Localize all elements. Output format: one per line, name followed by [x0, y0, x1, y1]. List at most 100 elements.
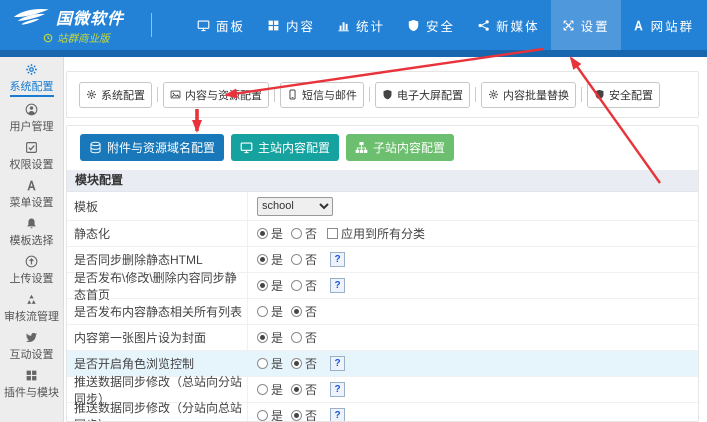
radio-option-label: 是 — [271, 355, 283, 372]
gear-icon — [86, 89, 97, 100]
row-label-cell: 静态化 — [67, 221, 247, 246]
sidebar-item-label: 用户管理 — [10, 118, 54, 134]
shield-icon — [382, 89, 393, 100]
radio-no[interactable] — [291, 332, 302, 343]
radio-option-label: 否 — [305, 355, 317, 372]
radio-yes[interactable] — [257, 358, 268, 369]
toolbar-button-label: 电子大屏配置 — [397, 87, 463, 103]
radio-yes[interactable] — [257, 332, 268, 343]
nav-item-settings[interactable]: 设置 — [551, 0, 621, 50]
recycle-icon — [25, 293, 38, 308]
radio-no[interactable] — [291, 410, 302, 421]
help-icon[interactable]: ? — [330, 408, 345, 422]
radio-yes[interactable] — [257, 306, 268, 317]
sidebar-item-permission-settings[interactable]: 权限设置 — [0, 137, 63, 175]
radio-no[interactable] — [291, 358, 302, 369]
sidebar-item-menu-settings[interactable]: 菜单设置 — [0, 175, 63, 213]
sidebar-item-system-config[interactable]: 系统配置 — [0, 61, 63, 99]
apply-all-categories-checkbox[interactable] — [327, 228, 338, 239]
user-icon — [25, 103, 38, 118]
gear-icon — [25, 63, 38, 78]
monitor-icon — [240, 141, 253, 154]
security-config-button[interactable]: 安全配置 — [587, 82, 660, 108]
nav-item-statistics[interactable]: 统计 — [326, 0, 396, 50]
help-icon[interactable]: ? — [330, 252, 345, 267]
nav-item-label: 统计 — [356, 16, 385, 35]
sidebar-item-template-selection[interactable]: 模板选择 — [0, 213, 63, 251]
gear-icon — [488, 89, 499, 100]
radio-yes[interactable] — [257, 280, 268, 291]
row-label: 是否发布\修改\删除内容同步静态首页 — [74, 269, 247, 303]
toolbar-button-label: 内容批量替换 — [503, 87, 569, 103]
tab-main-site-content-config[interactable]: 主站内容配置 — [231, 134, 339, 161]
sidebar-item-label: 互动设置 — [10, 346, 54, 362]
help-icon[interactable]: ? — [330, 278, 345, 293]
radio-yes[interactable] — [257, 410, 268, 421]
tab-attachment-domain-config[interactable]: 附件与资源域名配置 — [80, 134, 224, 161]
tab-sub-site-content-config[interactable]: 子站内容配置 — [346, 134, 454, 161]
big-screen-config-button[interactable]: 电子大屏配置 — [375, 82, 470, 108]
sms-email-button[interactable]: 短信与邮件 — [280, 82, 364, 108]
radio-option-label: 否 — [305, 303, 317, 320]
tab-label: 子站内容配置 — [373, 139, 445, 156]
toolbar-button-label: 系统配置 — [101, 87, 145, 103]
table-row-sync-static-homepage: 是否发布\修改\删除内容同步静态首页是否? — [67, 273, 698, 299]
help-icon[interactable]: ? — [330, 382, 345, 397]
font-a-icon — [25, 179, 38, 194]
radio-option-label: 否 — [305, 381, 317, 398]
panel-title: 模块配置 — [67, 170, 698, 192]
share-icon — [477, 19, 490, 32]
sidebar-item-label: 上传设置 — [10, 270, 54, 286]
tab-label: 主站内容配置 — [258, 139, 330, 156]
nav-divider — [151, 13, 152, 37]
nav-item-label: 内容 — [286, 16, 315, 35]
table-row-static-related-lists: 是否发布内容静态相关所有列表是否 — [67, 299, 698, 325]
top-navbar: 国微软件 站群商业版 面板内容统计安全新媒体设置网站群 — [0, 0, 707, 50]
template-select[interactable]: school — [257, 197, 333, 216]
toolbar-button-label: 内容与资源配置 — [185, 87, 262, 103]
sidebar-item-upload-settings[interactable]: 上传设置 — [0, 251, 63, 289]
nav-item-new-media[interactable]: 新媒体 — [466, 0, 551, 50]
brand-name: 国微软件 — [56, 5, 124, 29]
toolbar-separator — [157, 87, 158, 102]
sitemap-icon — [355, 141, 368, 154]
system-config-button[interactable]: 系统配置 — [79, 82, 152, 108]
radio-yes[interactable] — [257, 384, 268, 395]
radio-no[interactable] — [291, 228, 302, 239]
content-resource-config-button[interactable]: 内容与资源配置 — [163, 82, 269, 108]
mobile-icon — [287, 89, 298, 100]
nav-item-label: 新媒体 — [496, 16, 540, 35]
sidebar-item-interaction-settings[interactable]: 互动设置 — [0, 327, 63, 365]
nav-item-security[interactable]: 安全 — [396, 0, 466, 50]
radio-yes[interactable] — [257, 228, 268, 239]
sidebar-item-plugins-modules[interactable]: 插件与模块 — [0, 365, 63, 403]
radio-no[interactable] — [291, 254, 302, 265]
sidebar-item-user-management[interactable]: 用户管理 — [0, 99, 63, 137]
row-label: 是否开启角色浏览控制 — [74, 355, 194, 372]
radio-no[interactable] — [291, 280, 302, 291]
nav-item-dashboard[interactable]: 面板 — [186, 0, 256, 50]
row-label: 模板 — [74, 198, 98, 215]
upload-icon — [25, 255, 38, 270]
radio-option-label: 否 — [305, 407, 317, 422]
radio-option-label: 是 — [271, 277, 283, 294]
row-label-cell: 内容第一张图片设为封面 — [67, 325, 247, 350]
row-label-cell: 是否发布内容静态相关所有列表 — [67, 299, 247, 324]
content-batch-replace-button[interactable]: 内容批量替换 — [481, 82, 576, 108]
nav-item-site-group[interactable]: 网站群 — [621, 0, 706, 50]
row-label-cell: 是否发布\修改\删除内容同步静态首页 — [67, 273, 247, 298]
sidebar-item-label: 系统配置 — [10, 78, 54, 97]
help-icon[interactable]: ? — [330, 356, 345, 371]
radio-no[interactable] — [291, 384, 302, 395]
row-label-cell: 模板 — [67, 192, 247, 220]
shield-icon — [594, 89, 605, 100]
nav-item-content[interactable]: 内容 — [256, 0, 326, 50]
nav-item-label: 安全 — [426, 16, 455, 35]
radio-no[interactable] — [291, 306, 302, 317]
row-value-cell: 是否? — [247, 273, 698, 298]
brand-swoosh-logo-icon — [13, 7, 51, 27]
radio-option-label: 是 — [271, 251, 283, 268]
sidebar-item-audit-flow-management[interactable]: 审核流管理 — [0, 289, 63, 327]
radio-yes[interactable] — [257, 254, 268, 265]
sidebar-item-label: 权限设置 — [10, 156, 54, 172]
